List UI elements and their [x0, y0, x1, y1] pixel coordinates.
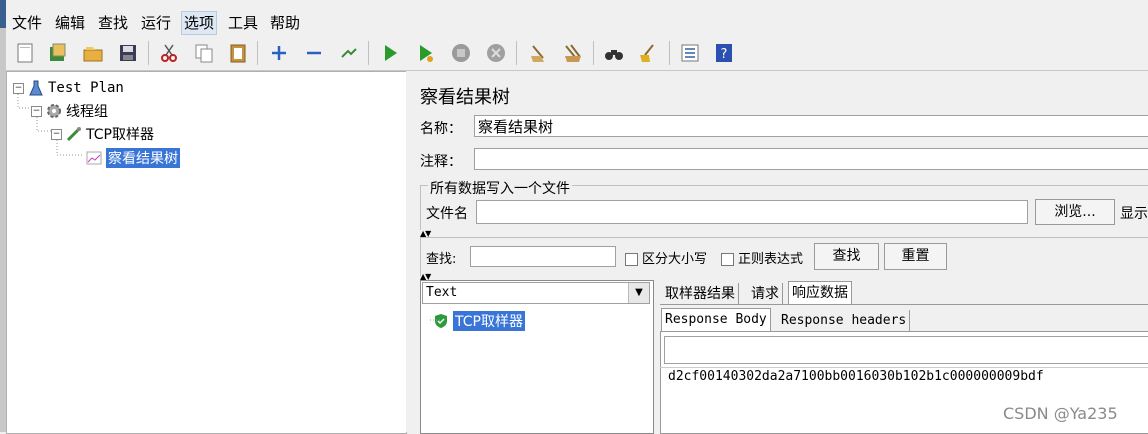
tab-divider: [660, 304, 1148, 305]
save-icon[interactable]: [114, 39, 142, 67]
chevron-down-icon[interactable]: ▼: [628, 283, 649, 303]
clear-icon[interactable]: [524, 39, 552, 67]
clear-all-icon[interactable]: [559, 39, 587, 67]
response-search-input[interactable]: [664, 336, 1148, 364]
templates-icon[interactable]: [44, 39, 72, 67]
stop-icon[interactable]: [447, 39, 475, 67]
file-group-title: 所有数据写入一个文件: [428, 178, 572, 198]
filename-label: 文件名: [426, 206, 468, 222]
subtab-response-headers[interactable]: Response headers: [778, 310, 911, 332]
start-icon[interactable]: [376, 39, 404, 67]
search-label: 查找:: [426, 252, 457, 267]
subtab-response-body[interactable]: Response Body: [661, 308, 771, 331]
case-sensitive-checkbox[interactable]: 区分大小写: [625, 248, 707, 267]
toggle-icon[interactable]: [335, 39, 363, 67]
response-divider: [660, 367, 1148, 368]
tree-lines: [17, 94, 83, 156]
comment-field[interactable]: [474, 148, 1148, 170]
menu-options[interactable]: 选项: [181, 11, 218, 35]
case-sensitive-label: 区分大小写: [642, 252, 708, 267]
filename-field[interactable]: [476, 200, 1028, 224]
menu-bar: 文件 编辑 查找 运行 选项 工具 帮助: [6, 8, 1148, 36]
shutdown-icon[interactable]: [482, 39, 510, 67]
display-label: 显示: [1120, 206, 1148, 222]
start-no-pause-icon[interactable]: [411, 39, 439, 67]
menu-run[interactable]: 运行: [139, 12, 173, 34]
search-input[interactable]: [470, 246, 616, 267]
reset-search-icon[interactable]: [634, 39, 662, 67]
function-helper-icon[interactable]: [676, 39, 704, 67]
sample-label: TCP取样器: [453, 311, 525, 331]
menu-tools[interactable]: 工具: [226, 12, 260, 34]
search-icon[interactable]: [600, 39, 628, 67]
svg-text:?: ?: [721, 47, 728, 62]
help-icon[interactable]: ?: [710, 39, 738, 67]
renderer-value: Text: [426, 285, 458, 300]
copy-icon[interactable]: [190, 39, 218, 67]
menu-help[interactable]: 帮助: [268, 12, 302, 34]
collapse-icon[interactable]: [300, 39, 328, 67]
renderer-select[interactable]: Text ▼: [422, 282, 650, 304]
response-body-text[interactable]: d2cf00140302da2a7100bb0016030b102b1c0000…: [668, 369, 1044, 384]
paste-icon[interactable]: [224, 39, 252, 67]
panel-title: 察看结果树: [420, 87, 510, 108]
regex-label: 正则表达式: [738, 252, 804, 267]
listener-panel: 察看结果树 名称： 察看结果树 注释： 所有数据写入一个文件 文件名 浏览...…: [412, 71, 1148, 434]
menu-search[interactable]: 查找: [96, 12, 130, 34]
name-label: 名称：: [420, 121, 462, 137]
open-icon[interactable]: [79, 39, 107, 67]
new-icon[interactable]: [11, 39, 39, 67]
comment-label: 注释：: [420, 154, 462, 170]
expand-icon[interactable]: [265, 39, 293, 67]
tree-line: [430, 319, 442, 321]
cut-icon[interactable]: [155, 39, 183, 67]
reset-button[interactable]: 重置: [884, 243, 947, 270]
checkbox-icon[interactable]: [625, 253, 638, 266]
checkbox-icon[interactable]: [721, 253, 734, 266]
result-sample-item[interactable]: TCP取样器: [432, 311, 525, 331]
tab-sampler-result[interactable]: 取样器结果: [662, 283, 739, 305]
name-field[interactable]: 察看结果树: [474, 115, 1148, 137]
regex-checkbox[interactable]: 正则表达式: [721, 248, 803, 267]
browse-button[interactable]: 浏览...: [1035, 199, 1115, 225]
toolbar: ?: [6, 36, 1148, 71]
tab-response-data[interactable]: 响应数据: [788, 281, 852, 304]
find-button[interactable]: 查找: [814, 243, 879, 270]
watermark: CSDN @Ya235: [1003, 404, 1118, 423]
menu-file[interactable]: 文件: [10, 12, 44, 34]
tab-request[interactable]: 请求: [748, 283, 783, 305]
menu-edit[interactable]: 编辑: [53, 12, 87, 34]
test-plan-tree: − Test Plan − 线程组 − TCP取样器 察看结果树: [6, 71, 407, 434]
